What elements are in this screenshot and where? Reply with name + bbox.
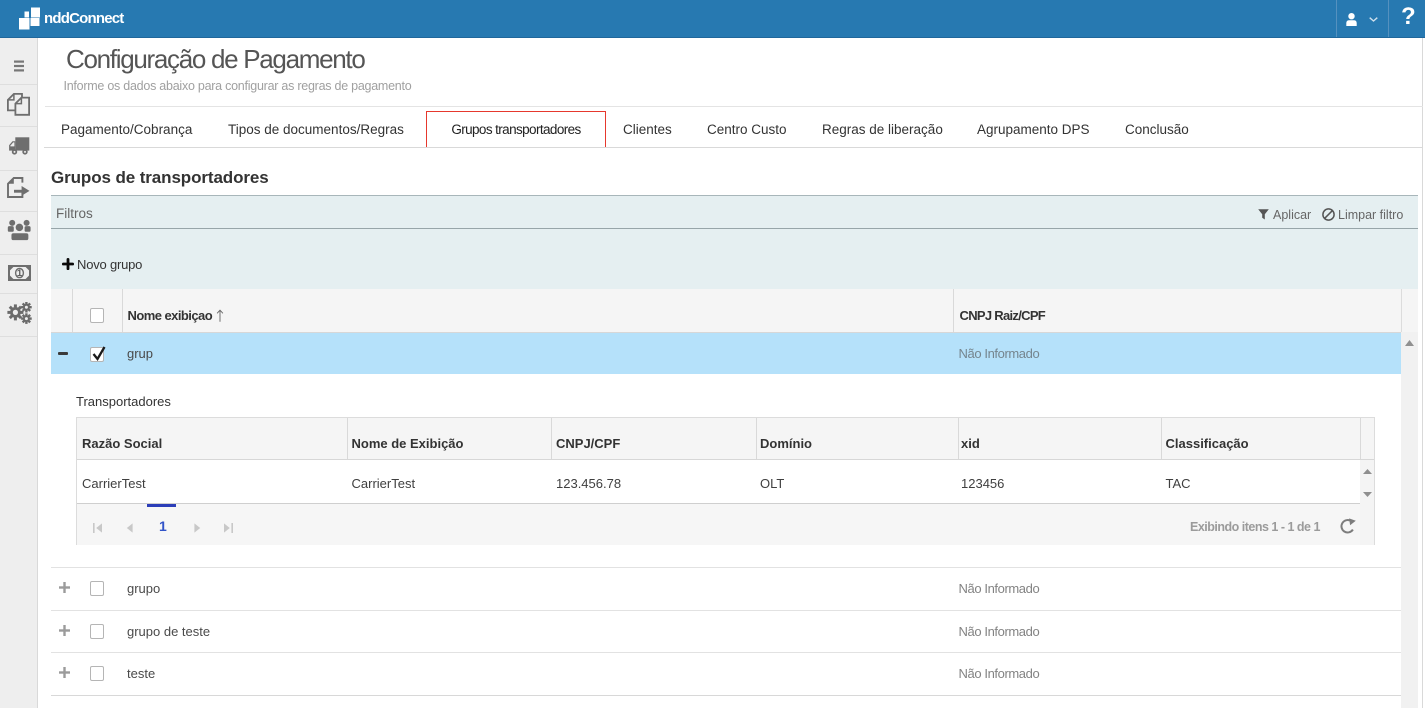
svg-text:1: 1: [17, 268, 23, 279]
